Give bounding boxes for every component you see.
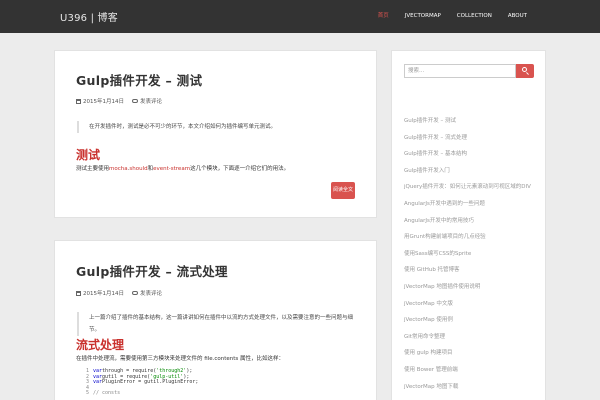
event-stream-link[interactable]: event-stream [153, 166, 190, 172]
nav-item-collection[interactable]: COLLECTION [449, 0, 500, 33]
nav-item-jvectormap[interactable]: JVECTORMAP [397, 0, 449, 33]
section-heading: 流式处理 [76, 338, 125, 352]
recent-post-link[interactable]: 使用 GitHub 托管博客 [392, 262, 547, 279]
post-meta: 2015年1月14日 发表评论 [76, 289, 162, 297]
comment-icon [132, 99, 138, 103]
read-more-button[interactable]: 阅读全文 [331, 182, 355, 199]
recent-post-link[interactable]: 使用Sass编写CSS的Sprite [392, 246, 547, 263]
recent-post-link[interactable]: 使用 Bower 管理前端 [392, 362, 547, 379]
post-title[interactable]: Gulp插件开发 – 测试 [76, 70, 202, 89]
recent-post-link[interactable]: Git常用命令整理 [392, 329, 547, 346]
post-date[interactable]: 2015年1月14日 [83, 289, 124, 297]
post-comments-link[interactable]: 发表评论 [140, 289, 162, 297]
recent-post-link[interactable]: AngularJs开发中遇到的一些问题 [392, 196, 547, 213]
recent-post-link[interactable]: jVectorMap 中文版 [392, 296, 547, 313]
should-link[interactable]: should [129, 166, 147, 172]
nav-item-home[interactable]: 首页 [370, 0, 397, 33]
search-input[interactable]: 搜索... [404, 64, 516, 78]
search-button[interactable] [516, 64, 534, 78]
top-navbar: U396 | 博客 首页 JVECTORMAP COLLECTION ABOUT [0, 0, 600, 33]
recent-post-link[interactable]: Gulp插件开发 – 测试 [392, 113, 547, 130]
main-nav: 首页 JVECTORMAP COLLECTION ABOUT [370, 0, 535, 33]
post-paragraph: 在插件中处理流，需要使用第三方模块来处理文件的 file.contents 属性… [76, 356, 285, 362]
code-line: 5 // consts [85, 390, 121, 396]
recent-post-link[interactable]: 使用 gulp 构建项目 [392, 345, 547, 362]
post-excerpt-quote: 上一篇介绍了插件的基本结构，这一篇讲讲如何在插件中以流的方式处理文件，以及需要注… [77, 312, 357, 336]
site-brand[interactable]: U396 | 博客 [60, 9, 118, 24]
recent-post-link[interactable]: 用Grunt构建前端项目的几点经验 [392, 229, 547, 246]
comment-icon [132, 291, 138, 295]
post-paragraph: 测试主要使用mocha.should和event-stream这几个模块，下面逐… [76, 166, 290, 172]
recent-post-link[interactable]: AngularJs开发中的常用技巧 [392, 213, 547, 230]
nav-item-about[interactable]: ABOUT [500, 0, 535, 33]
calendar-icon [76, 98, 81, 104]
recent-post-link[interactable]: Gulp插件开发入门 [392, 163, 547, 180]
recent-post-link[interactable]: jVectorMap 地图插件使用说明 [392, 279, 547, 296]
post-card: Gulp插件开发 – 流式处理 2015年1月14日 发表评论 上一篇介绍了插件… [54, 240, 377, 400]
post-excerpt-quote: 在开发插件时，测试是必不可少的环节，本文介绍如何为插件编写单元测试。 [77, 121, 357, 133]
mocha-link[interactable]: mocha [109, 166, 128, 172]
post-meta: 2015年1月14日 发表评论 [76, 97, 162, 105]
recent-post-link[interactable]: Gulp插件开发 – 流式处理 [392, 130, 547, 147]
post-comments-link[interactable]: 发表评论 [140, 97, 162, 105]
section-heading: 测试 [76, 148, 101, 162]
post-card: Gulp插件开发 – 测试 2015年1月14日 发表评论 在开发插件时，测试是… [54, 50, 377, 218]
recent-posts-list: Gulp插件开发 – 测试 Gulp插件开发 – 流式处理 Gulp插件开发 –… [392, 113, 547, 395]
code-block: 1 var through = require('through2'); 2 v… [81, 368, 371, 400]
sidebar: 搜索... Gulp插件开发 – 测试 Gulp插件开发 – 流式处理 Gulp… [391, 50, 546, 400]
recent-post-link[interactable]: Gulp插件开发 – 基本结构 [392, 146, 547, 163]
post-title[interactable]: Gulp插件开发 – 流式处理 [76, 261, 228, 280]
recent-post-link[interactable]: jVectorMap 地图下载 [392, 379, 547, 396]
calendar-icon [76, 290, 81, 296]
post-date[interactable]: 2015年1月14日 [83, 97, 124, 105]
recent-post-link[interactable]: jVectorMap 使用例 [392, 312, 547, 329]
recent-post-link[interactable]: jQuery插件开发：如何让元素滚动到可视区域的DIV [392, 179, 547, 196]
